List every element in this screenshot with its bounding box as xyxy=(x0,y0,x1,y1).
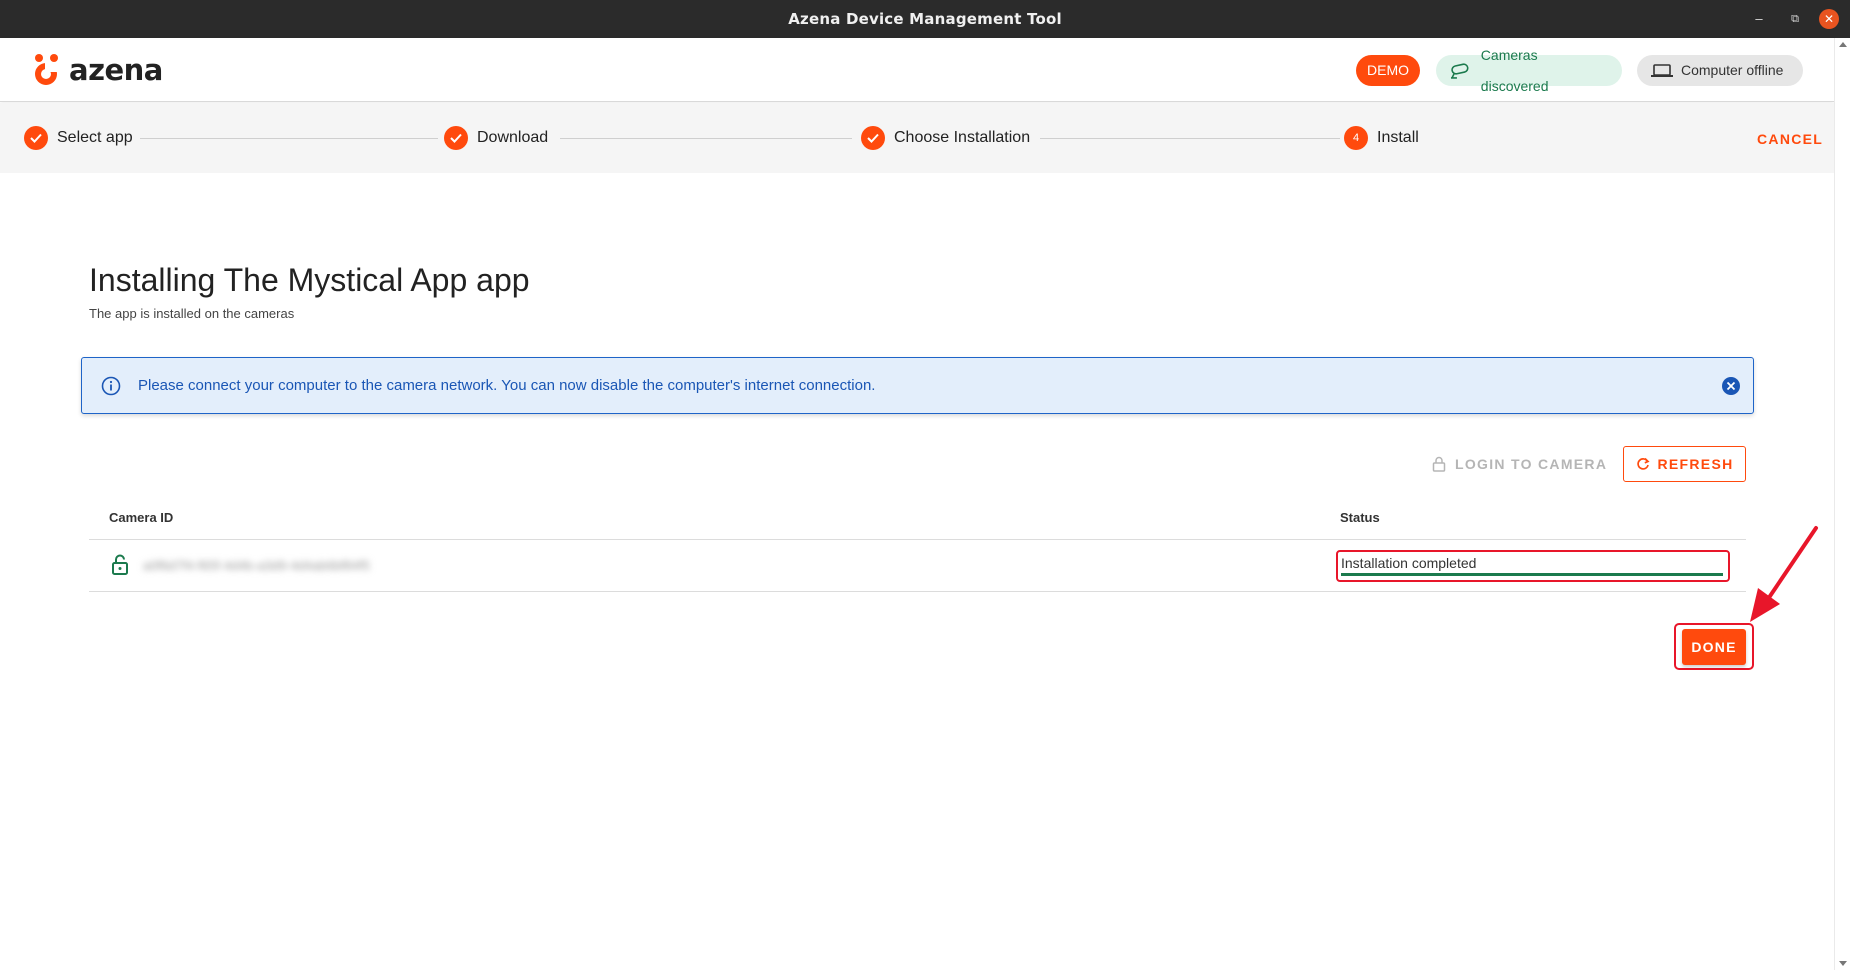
check-icon xyxy=(24,126,48,150)
page-title: Installing The Mystical App app xyxy=(89,262,530,298)
step-select-app: Select app xyxy=(24,125,133,151)
check-icon xyxy=(444,126,468,150)
demo-badge: DEMO xyxy=(1356,55,1420,86)
step-number: 4 xyxy=(1344,126,1368,150)
step-install: 4 Install xyxy=(1344,125,1419,151)
step-label: Install xyxy=(1377,129,1419,146)
table-row[interactable]: a0f6d7f4-f65f-4d4b-a3d9-4d4ab6bf84f5 Ins… xyxy=(89,540,1746,592)
status-progress-bar xyxy=(1341,573,1723,576)
info-alert: Please connect your computer to the came… xyxy=(81,357,1754,414)
window-title: Azena Device Management Tool xyxy=(788,10,1062,28)
cameras-status-text: Cameras discovered xyxy=(1480,46,1549,94)
page-subtitle: The app is installed on the cameras xyxy=(89,306,295,321)
info-icon xyxy=(101,376,121,396)
camera-table: Camera ID Status a0f6d7f4-f65f-4d4b-a3d9… xyxy=(89,500,1746,592)
status-text: Installation completed xyxy=(1341,555,1477,571)
install-stepper: Select app Download Choose Installation … xyxy=(0,103,1834,173)
alert-close-icon[interactable] xyxy=(1721,376,1741,396)
camera-icon xyxy=(1450,62,1469,79)
step-label: Choose Installation xyxy=(894,129,1031,146)
check-icon xyxy=(861,126,885,150)
unlocked-icon xyxy=(112,554,128,575)
refresh-label: REFRESH xyxy=(1657,456,1734,472)
step-choose-installation: Choose Installation xyxy=(861,125,1030,151)
refresh-button[interactable]: REFRESH xyxy=(1623,446,1746,482)
window-titlebar: Azena Device Management Tool – ⧉ ✕ xyxy=(0,0,1850,38)
login-label: LOGIN TO CAMERA xyxy=(1455,456,1608,472)
azena-logo-icon xyxy=(35,54,63,85)
step-connector xyxy=(140,138,438,139)
app-header: azena DEMO Cameras discovered Computer o… xyxy=(0,38,1834,102)
azena-logo: azena xyxy=(31,52,163,88)
refresh-icon xyxy=(1636,457,1650,470)
step-download: Download xyxy=(444,125,548,151)
done-button[interactable]: DONE xyxy=(1682,629,1746,665)
vertical-scrollbar[interactable] xyxy=(1834,38,1850,970)
progress-fill xyxy=(1341,573,1723,576)
logo-text: azena xyxy=(69,53,163,87)
cameras-status-pill: Cameras discovered xyxy=(1436,47,1622,94)
step-connector xyxy=(1040,138,1340,139)
close-icon[interactable]: ✕ xyxy=(1819,9,1839,29)
login-to-camera-button[interactable]: LOGIN TO CAMERA xyxy=(1432,446,1607,482)
minimize-icon[interactable]: – xyxy=(1750,10,1768,28)
step-label: Download xyxy=(477,129,549,146)
camera-id: a0f6d7f4-f65f-4d4b-a3d9-4d4ab6bf84f5 xyxy=(143,558,370,573)
laptop-icon xyxy=(1651,63,1673,77)
step-connector xyxy=(560,138,852,139)
column-camera-id: Camera ID xyxy=(109,510,174,525)
scroll-up-icon[interactable] xyxy=(1839,42,1847,47)
status-cell: Installation completed xyxy=(1336,550,1730,582)
table-header: Camera ID Status xyxy=(89,500,1746,540)
step-label: Select app xyxy=(57,129,133,146)
cancel-button[interactable]: CANCEL xyxy=(1757,131,1823,147)
computer-status-pill: Computer offline xyxy=(1637,55,1803,86)
maximize-icon[interactable]: ⧉ xyxy=(1786,10,1804,28)
lock-icon xyxy=(1432,456,1446,472)
column-status: Status xyxy=(1340,510,1380,525)
annotation-arrow-icon xyxy=(1750,526,1818,622)
scroll-down-icon[interactable] xyxy=(1839,961,1847,966)
computer-status-text: Computer offline xyxy=(1681,62,1784,78)
alert-text: Please connect your computer to the came… xyxy=(138,377,876,394)
